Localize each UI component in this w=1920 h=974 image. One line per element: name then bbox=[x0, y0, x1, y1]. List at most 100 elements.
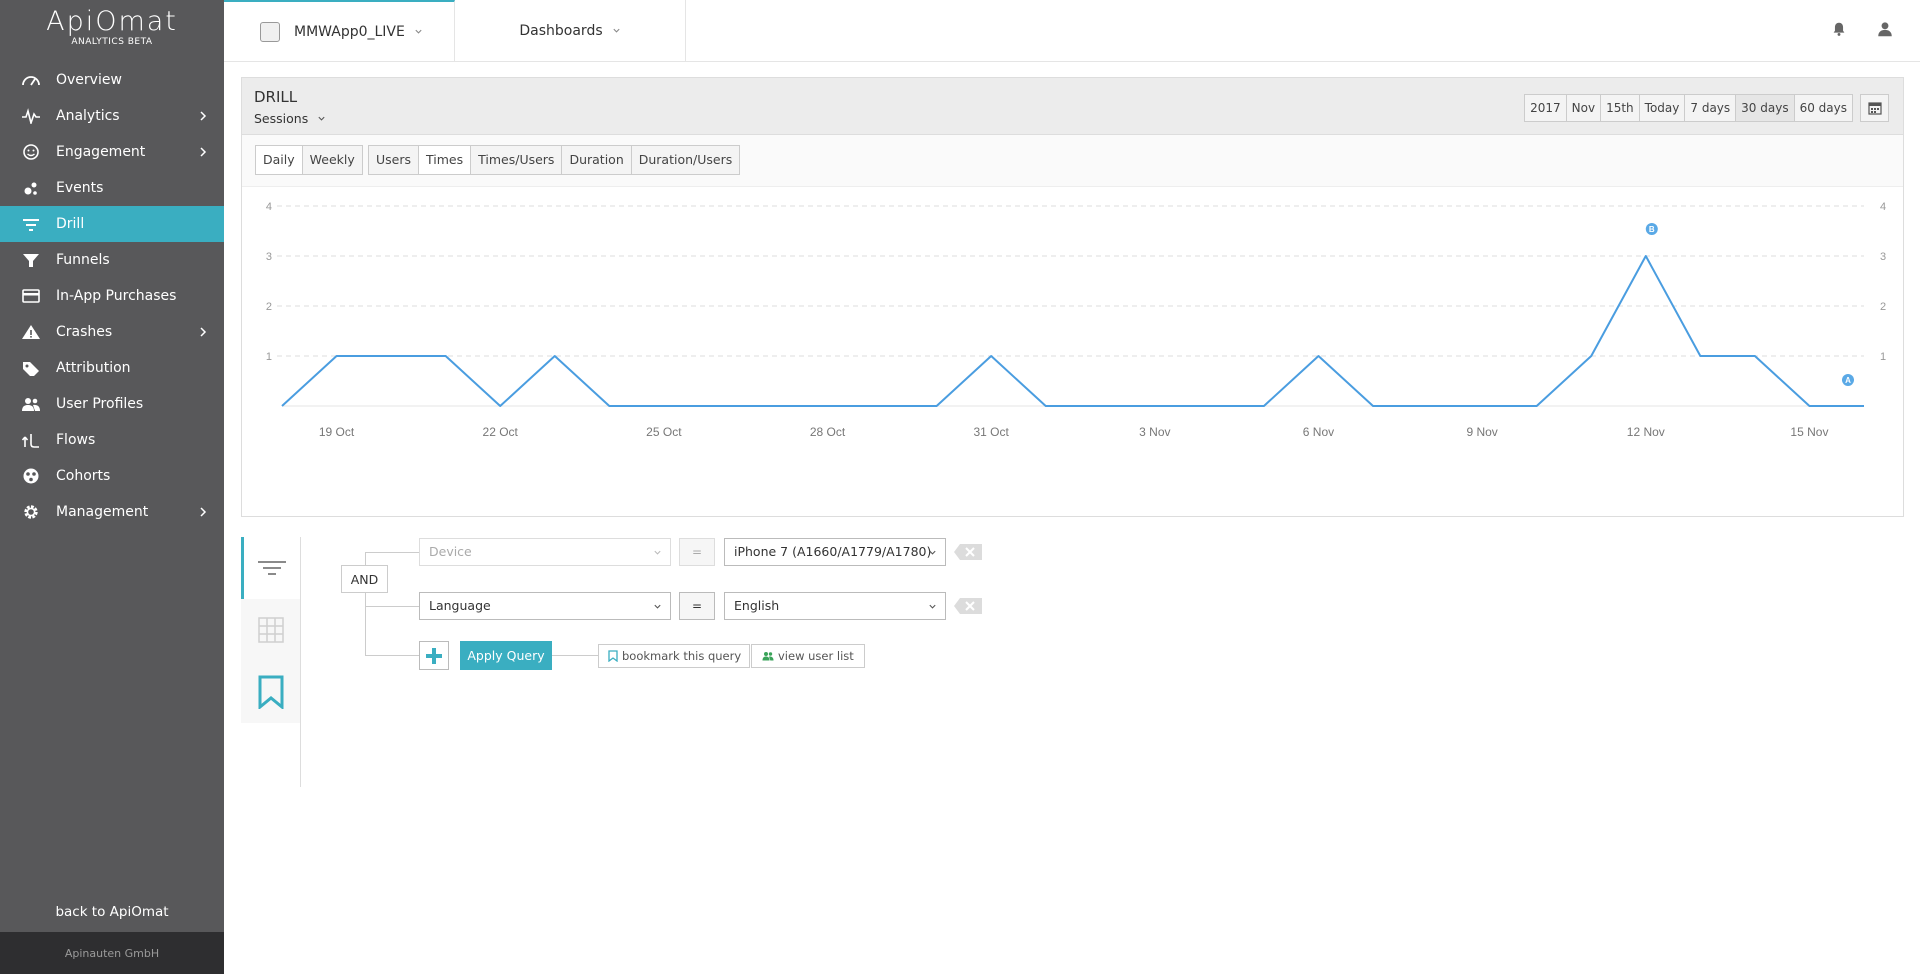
date-button-2017[interactable]: 2017 bbox=[1525, 95, 1567, 121]
sidebar-item-cohorts[interactable]: Cohorts bbox=[0, 458, 224, 494]
sidebar-item-drill[interactable]: Drill bbox=[0, 206, 224, 242]
sidebar-item-analytics[interactable]: Analytics bbox=[0, 98, 224, 134]
sidebar-footer: Apinauten GmbH bbox=[0, 932, 224, 974]
chevron-right-icon bbox=[200, 111, 207, 121]
operator-select: = bbox=[679, 538, 715, 566]
events-icon bbox=[24, 182, 37, 195]
filter-icon bbox=[23, 219, 39, 231]
sidebar-item-label: Cohorts bbox=[56, 468, 111, 484]
dashboards-selector[interactable]: Dashboards bbox=[455, 0, 686, 61]
tab-bookmarks[interactable] bbox=[241, 661, 300, 723]
app-selector[interactable]: MMWApp0_LIVE bbox=[224, 0, 455, 61]
tag-icon bbox=[23, 362, 39, 376]
sidebar-item-label: In-App Purchases bbox=[56, 288, 177, 304]
tab-table[interactable] bbox=[241, 599, 300, 661]
bookmark-query-button[interactable]: bookmark this query bbox=[598, 644, 751, 668]
x-tick-label: 28 Oct bbox=[810, 425, 846, 439]
page-title: DRILL bbox=[254, 88, 298, 106]
sidebar-item-overview[interactable]: Overview bbox=[0, 62, 224, 98]
sidebar-item-label: Overview bbox=[56, 72, 122, 88]
sidebar-nav: Overview Analytics Engagement Events Drill Fu… bbox=[0, 62, 224, 530]
user-icon[interactable] bbox=[1876, 20, 1894, 38]
logo-subtitle: ANALYTICS BETA bbox=[71, 37, 153, 47]
value-select-device[interactable]: iPhone 7 (A1660/A1779/A1780) bbox=[724, 538, 946, 566]
sidebar-item-crashes[interactable]: Crashes bbox=[0, 314, 224, 350]
dashboards-label: Dashboards bbox=[519, 22, 603, 39]
conjunction-toggle[interactable]: AND bbox=[341, 565, 388, 593]
measure-button-times-users[interactable]: Times/Users bbox=[471, 146, 563, 174]
date-button-30-days[interactable]: 30 days bbox=[1736, 95, 1795, 121]
date-button-7-days[interactable]: 7 days bbox=[1685, 95, 1737, 121]
sidebar-item-label: Engagement bbox=[56, 144, 146, 160]
sidebar-item-management[interactable]: Management bbox=[0, 494, 224, 530]
chevron-down-icon bbox=[415, 29, 422, 34]
bookmark-label: bookmark this query bbox=[622, 649, 742, 663]
sidebar-item-label: Events bbox=[56, 180, 104, 196]
calendar-button[interactable] bbox=[1860, 94, 1889, 122]
y-tick-right: 3 bbox=[1880, 251, 1886, 263]
logo-text: ApiOmat bbox=[46, 6, 178, 37]
sidebar-item-label: Funnels bbox=[56, 252, 110, 268]
chevron-down-icon bbox=[654, 550, 661, 555]
value-text: English bbox=[734, 598, 780, 613]
query-tabs bbox=[241, 537, 301, 787]
sidebar-item-funnels[interactable]: Funnels bbox=[0, 242, 224, 278]
x-tick-label: 31 Oct bbox=[973, 425, 1009, 439]
measure-button-times[interactable]: Times bbox=[419, 146, 472, 174]
tab-filter[interactable] bbox=[241, 537, 300, 599]
y-tick-left: 4 bbox=[266, 201, 272, 213]
user-list-label: view user list bbox=[778, 649, 854, 663]
sidebar-item-attribution[interactable]: Attribution bbox=[0, 350, 224, 386]
users-icon bbox=[22, 398, 40, 411]
chart-toolbar: Daily Weekly Users Times Times/Users Duratio… bbox=[242, 135, 1903, 187]
measure-buttons: Users Times Times/Users Duration Duration/Us… bbox=[368, 145, 741, 175]
pulse-icon bbox=[22, 108, 40, 124]
sidebar-item-in-app-purchases[interactable]: In-App Purchases bbox=[0, 278, 224, 314]
sidebar-item-user-profiles[interactable]: User Profiles bbox=[0, 386, 224, 422]
period-buttons: Daily Weekly bbox=[255, 145, 363, 175]
date-button-today[interactable]: Today bbox=[1639, 95, 1686, 121]
y-tick-right: 4 bbox=[1880, 201, 1886, 213]
view-user-list-button[interactable]: view user list bbox=[751, 644, 865, 668]
value-text: iPhone 7 (A1660/A1779/A1780) bbox=[734, 544, 932, 559]
sidebar-item-events[interactable]: Events bbox=[0, 170, 224, 206]
top-bar: MMWApp0_LIVE Dashboards bbox=[224, 0, 1920, 62]
gear-icon bbox=[24, 505, 38, 519]
x-tick-label: 9 Nov bbox=[1466, 425, 1497, 439]
date-button-15th[interactable]: 15th bbox=[1601, 95, 1640, 121]
operator-select[interactable]: = bbox=[679, 592, 715, 620]
tabs-divider bbox=[300, 537, 301, 787]
date-button-nov[interactable]: Nov bbox=[1566, 95, 1602, 121]
logo[interactable]: ApiOmat ANALYTICS BETA bbox=[0, 0, 224, 62]
measure-button-duration-users[interactable]: Duration/Users bbox=[631, 146, 740, 174]
date-range-buttons: 2017 Nov 15th Today 7 days 30 days 60 days bbox=[1524, 94, 1853, 122]
sidebar-item-engagement[interactable]: Engagement bbox=[0, 134, 224, 170]
remove-row-icon[interactable] bbox=[953, 597, 983, 615]
back-link[interactable]: back to ApiOmat bbox=[0, 904, 224, 920]
period-button-daily[interactable]: Daily bbox=[256, 146, 303, 174]
chevron-right-icon bbox=[200, 507, 207, 517]
measure-button-duration[interactable]: Duration bbox=[562, 146, 632, 174]
date-button-60-days[interactable]: 60 days bbox=[1794, 95, 1852, 121]
metric-selector[interactable]: Sessions bbox=[254, 111, 326, 126]
value-select-language[interactable]: English bbox=[724, 592, 946, 620]
apply-query-button[interactable]: Apply Query bbox=[460, 641, 552, 670]
sidebar-item-label: Flows bbox=[56, 432, 96, 448]
calendar-icon bbox=[1867, 102, 1882, 115]
chevron-right-icon bbox=[200, 147, 207, 157]
gauge-icon bbox=[22, 76, 40, 86]
bell-icon[interactable] bbox=[1830, 20, 1848, 38]
sidebar-item-flows[interactable]: Flows bbox=[0, 422, 224, 458]
period-button-weekly[interactable]: Weekly bbox=[302, 146, 362, 174]
sidebar-item-label: Crashes bbox=[56, 324, 113, 340]
measure-button-users[interactable]: Users bbox=[369, 146, 420, 174]
metric-label: Sessions bbox=[254, 111, 309, 126]
remove-row-icon[interactable] bbox=[953, 543, 983, 561]
bookmark-icon bbox=[258, 675, 283, 709]
add-condition-button[interactable] bbox=[419, 641, 449, 670]
grid-icon bbox=[257, 617, 284, 643]
field-value: Device bbox=[429, 544, 472, 559]
chevron-down-icon bbox=[929, 604, 936, 609]
field-select-language[interactable]: Language bbox=[419, 592, 671, 620]
users-icon bbox=[762, 652, 774, 661]
